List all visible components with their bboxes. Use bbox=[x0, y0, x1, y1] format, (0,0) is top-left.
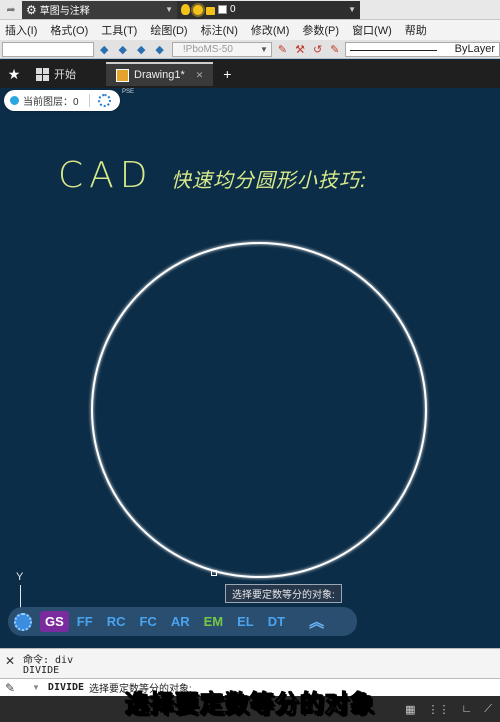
chevron-down-icon: ▼ bbox=[165, 5, 173, 14]
sun-icon bbox=[193, 4, 203, 15]
chevron-down-icon: ▼ bbox=[259, 44, 268, 54]
snap-settings-icon[interactable] bbox=[14, 612, 32, 631]
menubar: 插入(I) 格式(O) 工具(T) 绘图(D) 标注(N) 修改(M) 参数(P) 窗口(W)… bbox=[0, 20, 500, 40]
current-layer-label: 当前图层：0 bbox=[23, 97, 79, 108]
tooltip-text: 选择要定数等分的对象: bbox=[232, 590, 335, 601]
make-current-icon[interactable]: ✎ bbox=[278, 43, 287, 56]
snap-option-em[interactable]: EM bbox=[204, 614, 224, 629]
multileader-style-icon[interactable]: ◆ bbox=[155, 43, 163, 56]
layer-refresh-icon[interactable] bbox=[97, 94, 111, 107]
layer-pin-icon bbox=[10, 96, 19, 105]
layer-previous-icon[interactable]: ↺ bbox=[313, 43, 322, 56]
text-style-icon[interactable]: ◆ bbox=[100, 43, 108, 56]
workspace-dropdown[interactable]: ⚙ 草图与注释 ▼ bbox=[22, 0, 177, 19]
layer-dropdown[interactable]: 0 ▼ bbox=[177, 0, 360, 19]
double-chevron-up-icon[interactable]: ︽ bbox=[309, 611, 324, 632]
lightbulb-icon bbox=[181, 4, 190, 15]
command-history: ✕ 命令: div DIVIDE bbox=[0, 648, 500, 678]
divider bbox=[88, 94, 90, 107]
layer-state-icon[interactable]: ✎ bbox=[330, 43, 339, 56]
snap-option-dt[interactable]: DT bbox=[268, 614, 285, 629]
lock-icon bbox=[206, 7, 215, 15]
layer-current-label: 0 bbox=[230, 4, 236, 15]
menu-item[interactable]: 参数(P) bbox=[297, 22, 347, 38]
redo-arrow-icon[interactable]: ➦ bbox=[0, 3, 22, 16]
style-icons: ◆ ◆ ◆ ◆ bbox=[100, 43, 164, 56]
current-layer-pill[interactable]: 当前图层：0 bbox=[4, 90, 120, 111]
object-snap-bar: GS FF RC FC AR EM EL DT ︽ bbox=[8, 607, 357, 636]
menu-item[interactable]: 绘图(D) bbox=[145, 22, 195, 38]
star-icon[interactable]: ★ bbox=[0, 66, 28, 83]
chevron-down-icon: ▼ bbox=[348, 5, 356, 14]
workspace-label: 草图与注释 bbox=[39, 6, 90, 17]
table-style-icon[interactable]: ◆ bbox=[137, 43, 145, 56]
layer-match-icon[interactable]: ⚒ bbox=[295, 43, 305, 56]
tab-drawing1[interactable]: Drawing1* ✕ bbox=[106, 62, 214, 86]
gear-icon: ⚙ bbox=[26, 2, 37, 17]
cad-window: ➦ ⚙ 草图与注释 ▼ 0 ▼ 插入(I) 格式(O) 工具(T) 绘图(D) 标注(N… bbox=[0, 0, 500, 722]
windows-icon bbox=[36, 67, 49, 81]
snap-option-fc[interactable]: FC bbox=[139, 614, 156, 629]
lineweight-label: ByLayer bbox=[454, 43, 495, 55]
color-combo[interactable] bbox=[2, 41, 94, 57]
menu-item[interactable]: 窗口(W) bbox=[347, 22, 400, 38]
snap-option-ff[interactable]: FF bbox=[77, 614, 93, 629]
canvas-title-text: CAD 快速均分圆形小技巧: bbox=[58, 155, 368, 196]
pickbox-cursor bbox=[211, 570, 217, 576]
snap-option-el[interactable]: EL bbox=[237, 614, 254, 629]
quick-access-toolbar: ➦ ⚙ 草图与注释 ▼ 0 ▼ bbox=[0, 0, 500, 20]
video-caption: 选择要定数等分的对象 bbox=[125, 691, 375, 719]
layer-color-swatch bbox=[218, 5, 227, 14]
snap-option-rc[interactable]: RC bbox=[107, 614, 126, 629]
plotstyle-combo[interactable]: !PboMS-50 ▼ bbox=[171, 41, 272, 57]
document-tabs: ★ 开始 Drawing1* ✕ + bbox=[0, 60, 500, 88]
pse-label: PSE bbox=[122, 89, 135, 95]
menu-item[interactable]: 工具(T) bbox=[96, 22, 145, 38]
ucs-y-label: Y bbox=[16, 571, 24, 583]
snap-option-ar[interactable]: AR bbox=[171, 614, 190, 629]
dim-style-icon[interactable]: ◆ bbox=[118, 43, 126, 56]
close-icon[interactable]: ✕ bbox=[5, 654, 15, 668]
history-line: 命令: div bbox=[23, 655, 74, 666]
dynamic-input-tooltip: 选择要定数等分的对象: bbox=[225, 584, 342, 603]
menu-item[interactable]: 插入(I) bbox=[0, 22, 45, 38]
canvas-title-tail: 快速均分圆形小技巧: bbox=[170, 168, 368, 192]
canvas-title-main: CAD bbox=[58, 155, 154, 196]
layer-tool-icons: ✎ ⚒ ↺ ✎ bbox=[278, 43, 340, 56]
menu-item[interactable]: 帮助 bbox=[400, 22, 435, 38]
menu-item[interactable]: 修改(M) bbox=[246, 22, 298, 38]
lineweight-combo[interactable]: ByLayer bbox=[345, 41, 500, 57]
properties-toolbar: ◆ ◆ ◆ ◆ !PboMS-50 ▼ ✎ ⚒ ↺ ✎ ByLayer bbox=[0, 40, 500, 59]
close-icon[interactable]: ✕ bbox=[196, 70, 204, 81]
menu-item[interactable]: 格式(O) bbox=[45, 22, 96, 38]
tab-drawing-label: Drawing1* bbox=[134, 69, 185, 81]
snap-option-gs[interactable]: GS bbox=[40, 611, 69, 632]
tab-start[interactable]: 开始 bbox=[28, 66, 90, 82]
history-line: DIVIDE bbox=[23, 665, 60, 676]
drawing-file-icon bbox=[116, 68, 129, 82]
new-tab-button[interactable]: + bbox=[223, 66, 231, 82]
menu-item[interactable]: 标注(N) bbox=[196, 22, 246, 38]
plotstyle-label: !PboMS-50 bbox=[182, 43, 233, 55]
tab-start-label: 开始 bbox=[54, 69, 76, 81]
